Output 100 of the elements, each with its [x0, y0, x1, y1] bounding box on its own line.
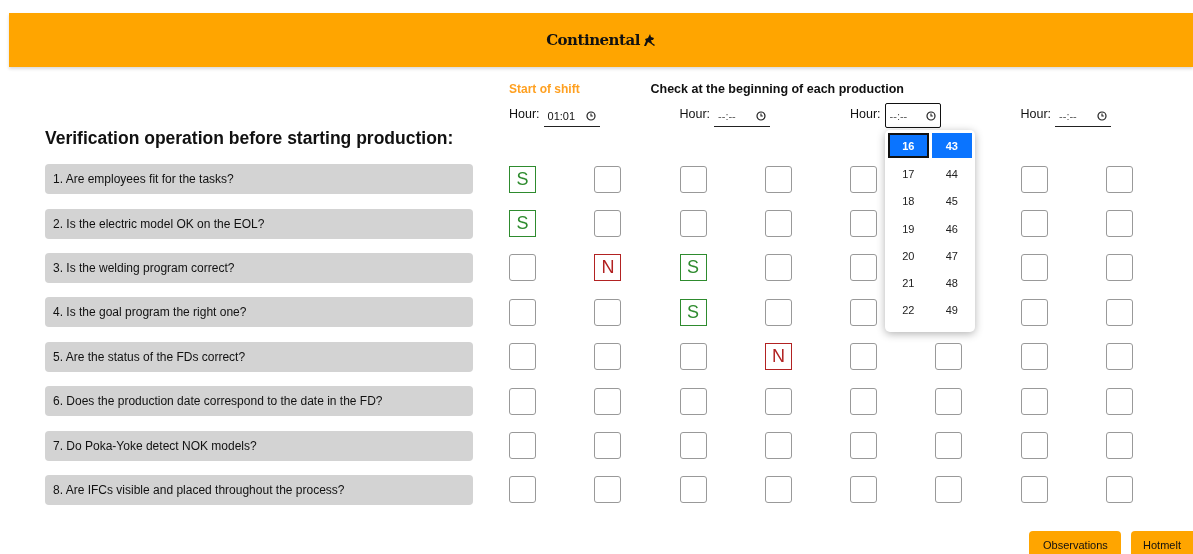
question-label: 6. Does the production date correspond to the date in the FD? — [45, 386, 473, 417]
answer-checkbox[interactable] — [1105, 298, 1133, 326]
minute-option[interactable]: 45 — [931, 187, 972, 215]
answer-checkbox[interactable] — [935, 343, 963, 371]
answer-checkbox[interactable] — [1020, 165, 1048, 193]
answer-checkbox[interactable] — [1105, 476, 1133, 504]
answer-checkbox[interactable] — [1020, 432, 1048, 460]
minute-option[interactable]: 43 — [931, 133, 972, 158]
answer-checkbox[interactable] — [764, 165, 792, 193]
answer-checkbox[interactable] — [594, 210, 622, 238]
answer-checkbox[interactable] — [679, 476, 707, 504]
answer-checkbox[interactable] — [1105, 210, 1133, 238]
hour-label: Hour: — [850, 107, 881, 121]
answer-checkbox[interactable] — [764, 210, 792, 238]
answer-checkbox[interactable] — [594, 298, 622, 326]
question-label: 5. Are the status of the FDs correct? — [45, 341, 473, 372]
clock-icon[interactable] — [585, 110, 596, 121]
answer-checkbox[interactable] — [764, 254, 792, 282]
answer-checkbox[interactable] — [1105, 254, 1133, 282]
time-field[interactable]: 01:01 — [543, 105, 600, 127]
question-label: 2. Is the electric model OK on the EOL? — [45, 208, 473, 239]
question-label: 7. Do Poka-Yoke detect NOK models? — [45, 430, 473, 461]
minute-option[interactable]: 44 — [931, 160, 972, 188]
hotmelt-button[interactable]: Hotmelt — [1131, 531, 1193, 554]
clock-icon[interactable] — [1097, 110, 1108, 121]
hour-option[interactable]: 16 — [888, 133, 929, 158]
answer-checkbox[interactable] — [764, 432, 792, 460]
minute-option[interactable]: 47 — [931, 242, 972, 270]
answer-checkbox[interactable] — [935, 432, 963, 460]
answer-checkbox[interactable] — [1020, 254, 1048, 282]
time-field[interactable]: --:-- — [1055, 105, 1112, 127]
answer-checkbox[interactable] — [850, 476, 878, 504]
answer-checkbox[interactable] — [850, 165, 878, 193]
section-title: Verification operation before starting production: — [45, 128, 455, 149]
answer-checkbox[interactable]: S — [509, 165, 537, 193]
hour-option[interactable]: 22 — [888, 296, 929, 325]
answer-checkbox[interactable] — [509, 387, 537, 415]
answer-checkbox[interactable] — [1105, 343, 1133, 371]
answer-checkbox[interactable] — [935, 387, 963, 415]
answer-checkbox[interactable] — [850, 432, 878, 460]
start-of-shift-label: Start of shift — [508, 82, 580, 98]
answer-checkbox[interactable]: N — [764, 343, 792, 371]
production-check-heading: Check at the beginning of each production — [650, 82, 904, 98]
answer-checkbox[interactable] — [850, 298, 878, 326]
time-field[interactable]: --:-- — [714, 105, 771, 127]
clock-icon[interactable] — [925, 110, 936, 121]
answer-checkbox[interactable] — [594, 432, 622, 460]
answer-checkbox[interactable] — [850, 343, 878, 371]
answer-checkbox[interactable]: S — [509, 210, 537, 238]
answer-checkbox[interactable] — [679, 343, 707, 371]
answer-checkbox[interactable] — [1020, 298, 1048, 326]
answer-checkbox[interactable]: S — [679, 298, 707, 326]
answer-checkbox[interactable] — [594, 343, 622, 371]
question-label: 4. Is the goal program the right one? — [45, 297, 473, 328]
answer-checkbox[interactable] — [594, 165, 622, 193]
answer-checkbox[interactable] — [1105, 165, 1133, 193]
answer-checkbox[interactable] — [850, 387, 878, 415]
answer-checkbox[interactable] — [764, 298, 792, 326]
hour-option[interactable]: 20 — [888, 242, 929, 270]
answer-checkbox[interactable] — [679, 432, 707, 460]
answer-checkbox[interactable] — [850, 254, 878, 282]
hour-label: Hour: — [679, 107, 711, 121]
hour-label: Hour: — [1020, 107, 1052, 121]
time-field[interactable]: --:-- — [884, 103, 941, 128]
question-label: 8. Are IFCs visible and placed throughout the process? — [45, 474, 473, 505]
logo-text: Continental — [546, 31, 640, 49]
minute-option[interactable]: 49 — [931, 296, 972, 325]
answer-checkbox[interactable] — [850, 210, 878, 238]
hour-label: Hour: — [509, 107, 540, 121]
question-label: 3. Is the welding program correct? — [45, 252, 473, 283]
answer-checkbox[interactable] — [679, 165, 707, 193]
answer-checkbox[interactable] — [1020, 476, 1048, 504]
hour-option[interactable]: 18 — [888, 187, 929, 215]
answer-checkbox[interactable] — [1020, 210, 1048, 238]
answer-checkbox[interactable] — [509, 343, 537, 371]
clock-icon[interactable] — [756, 110, 767, 121]
answer-checkbox[interactable] — [509, 254, 537, 282]
answer-checkbox[interactable] — [594, 387, 622, 415]
answer-checkbox[interactable] — [935, 476, 963, 504]
answer-checkbox[interactable] — [1105, 432, 1133, 460]
hour-option[interactable]: 17 — [888, 160, 929, 188]
answer-checkbox[interactable] — [594, 476, 622, 504]
answer-checkbox[interactable] — [1020, 387, 1048, 415]
answer-checkbox[interactable] — [679, 387, 707, 415]
observations-button[interactable]: Observations — [1029, 531, 1121, 554]
answer-checkbox[interactable] — [764, 476, 792, 504]
answer-checkbox[interactable] — [764, 387, 792, 415]
hour-option[interactable]: 21 — [888, 269, 929, 297]
question-label: 1. Are employees fit for the tasks? — [45, 164, 473, 195]
answer-checkbox[interactable] — [509, 432, 537, 460]
answer-checkbox[interactable] — [679, 210, 707, 238]
answer-checkbox[interactable]: N — [594, 254, 622, 282]
hour-option[interactable]: 19 — [888, 214, 929, 243]
minute-option[interactable]: 46 — [931, 214, 972, 243]
answer-checkbox[interactable]: S — [679, 254, 707, 282]
answer-checkbox[interactable] — [509, 298, 537, 326]
minute-option[interactable]: 48 — [931, 269, 972, 297]
answer-checkbox[interactable] — [509, 476, 537, 504]
answer-checkbox[interactable] — [1020, 343, 1048, 371]
answer-checkbox[interactable] — [1105, 387, 1133, 415]
